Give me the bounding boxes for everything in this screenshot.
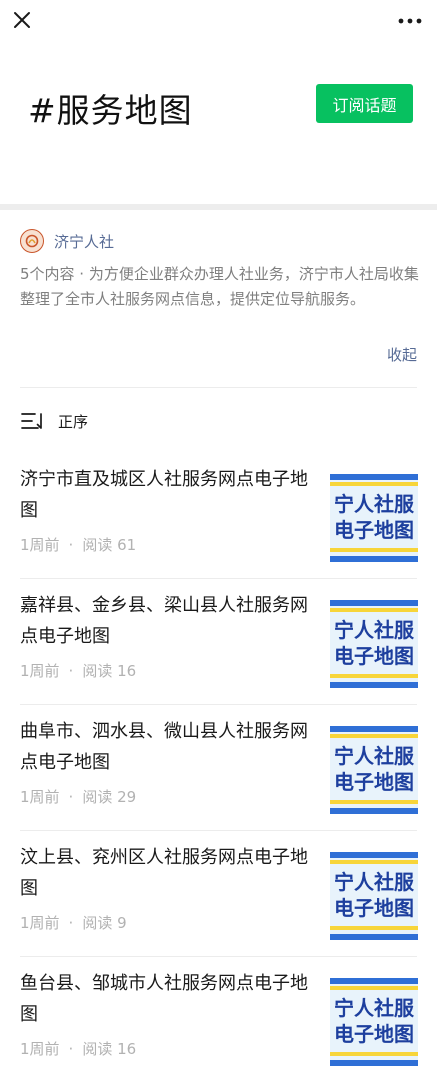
thumb-stripe: [330, 674, 418, 678]
article-title[interactable]: 鱼台县、邹城市人社服务网点电子地图: [20, 968, 320, 1030]
meta-separator: ·: [68, 1039, 74, 1058]
thumb-stripe: [330, 734, 418, 738]
article-item[interactable]: 鱼台县、邹城市人社服务网点电子地图 1周前 · 阅读 16 宁人社服 电子地图: [0, 956, 437, 1077]
article-title[interactable]: 济宁市直及城区人社服务网点电子地图: [20, 464, 320, 526]
article-item[interactable]: 济宁市直及城区人社服务网点电子地图 1周前 · 阅读 61 宁人社服 电子地图: [0, 452, 437, 578]
thumb-stripe: [330, 934, 418, 940]
meta-separator: ·: [68, 661, 74, 680]
thumb-stripe: [330, 860, 418, 864]
article-thumbnail[interactable]: 宁人社服 电子地图: [330, 852, 418, 940]
article-item[interactable]: 汶上县、兖州区人社服务网点电子地图 1周前 · 阅读 9 宁人社服 电子地图: [0, 830, 437, 956]
article-meta: 1周前 · 阅读 9: [20, 912, 127, 933]
article-thumbnail[interactable]: 宁人社服 电子地图: [330, 600, 418, 688]
article-time: 1周前: [20, 536, 60, 554]
thumb-stripe: [330, 808, 418, 814]
article-meta: 1周前 · 阅读 61: [20, 534, 136, 555]
collapse-link[interactable]: 收起: [387, 344, 417, 365]
article-reads: 阅读 9: [82, 914, 127, 932]
topic-title: #服务地图: [28, 91, 193, 130]
thumb-text: 电子地图: [334, 644, 414, 668]
sort-label: 正序: [58, 412, 89, 431]
thumb-text: 宁人社服: [334, 492, 414, 516]
topic-description: 5个内容 · 为方便企业群众办理人社业务，济宁市人社局收集整理了全市人社服务网点…: [20, 265, 419, 308]
thumb-stripe: [330, 556, 418, 562]
article-thumbnail[interactable]: 宁人社服 电子地图: [330, 474, 418, 562]
article-time: 1周前: [20, 1040, 60, 1058]
meta-separator: ·: [68, 535, 74, 554]
article-meta: 1周前 · 阅读 16: [20, 660, 136, 681]
thumb-stripe: [330, 548, 418, 552]
article-reads: 阅读 16: [82, 1040, 137, 1058]
subscribe-button[interactable]: 订阅话题: [316, 84, 413, 123]
thumb-text: 电子地图: [334, 770, 414, 794]
thumb-stripe: [330, 482, 418, 486]
thumb-stripe: [330, 608, 418, 612]
article-meta: 1周前 · 阅读 16: [20, 1038, 136, 1059]
article-item[interactable]: 曲阜市、泗水县、微山县人社服务网点电子地图 1周前 · 阅读 29 宁人社服 电…: [0, 704, 437, 830]
article-time: 1周前: [20, 914, 60, 932]
author-row[interactable]: 济宁人社: [20, 228, 114, 254]
close-icon[interactable]: [10, 8, 34, 32]
thumb-stripe: [330, 926, 418, 930]
article-title[interactable]: 嘉祥县、金乡县、梁山县人社服务网点电子地图: [20, 590, 320, 652]
meta-separator: ·: [68, 913, 74, 932]
divider: [20, 387, 417, 388]
thumb-stripe: [330, 1060, 418, 1066]
thumb-text: 宁人社服: [334, 870, 414, 894]
thumb-text: 宁人社服: [334, 996, 414, 1020]
thumb-text: 宁人社服: [334, 618, 414, 642]
article-thumbnail[interactable]: 宁人社服 电子地图: [330, 978, 418, 1066]
article-title[interactable]: 曲阜市、泗水县、微山县人社服务网点电子地图: [20, 716, 320, 778]
article-time: 1周前: [20, 788, 60, 806]
section-separator: [0, 204, 437, 210]
thumb-text: 电子地图: [334, 896, 414, 920]
article-title[interactable]: 汶上县、兖州区人社服务网点电子地图: [20, 842, 320, 904]
thumb-stripe: [330, 726, 418, 732]
thumb-stripe: [330, 474, 418, 480]
more-dots-icon[interactable]: [397, 12, 423, 30]
thumb-stripe: [330, 978, 418, 984]
article-meta: 1周前 · 阅读 29: [20, 786, 136, 807]
article-reads: 阅读 29: [82, 788, 137, 806]
article-item[interactable]: 嘉祥县、金乡县、梁山县人社服务网点电子地图 1周前 · 阅读 16 宁人社服 电…: [0, 578, 437, 704]
thumb-stripe: [330, 852, 418, 858]
top-bar: [0, 0, 437, 44]
sort-ascending-icon: [21, 413, 42, 429]
thumb-stripe: [330, 600, 418, 606]
thumb-text: 电子地图: [334, 1022, 414, 1046]
thumb-stripe: [330, 800, 418, 804]
author-name[interactable]: 济宁人社: [54, 231, 114, 252]
topic-header: #服务地图 订阅话题: [0, 44, 437, 204]
thumb-stripe: [330, 682, 418, 688]
institution-logo-icon: [20, 229, 44, 253]
article-reads: 阅读 16: [82, 662, 137, 680]
thumb-stripe: [330, 1052, 418, 1056]
sort-toggle[interactable]: 正序: [20, 409, 88, 433]
article-reads: 阅读 61: [82, 536, 137, 554]
article-thumbnail[interactable]: 宁人社服 电子地图: [330, 726, 418, 814]
meta-separator: ·: [68, 787, 74, 806]
thumb-text: 电子地图: [334, 518, 414, 542]
article-time: 1周前: [20, 662, 60, 680]
thumb-stripe: [330, 986, 418, 990]
thumb-text: 宁人社服: [334, 744, 414, 768]
